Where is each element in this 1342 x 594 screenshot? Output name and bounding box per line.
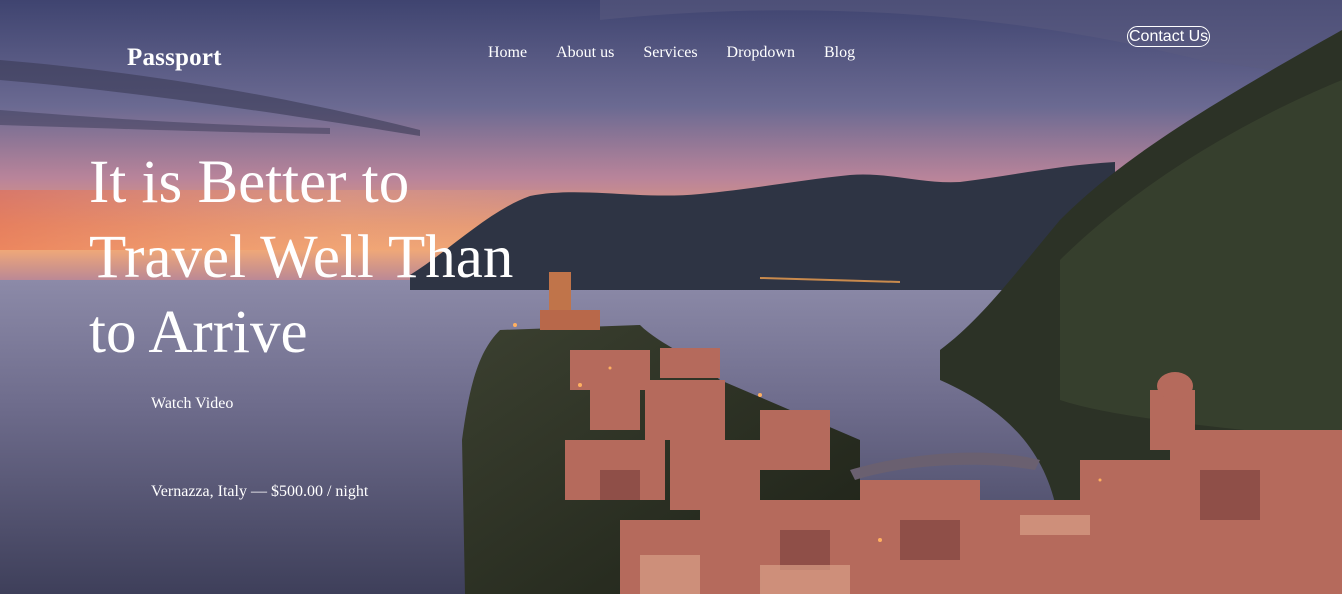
nav-blog-link[interactable]: Blog — [824, 44, 855, 62]
headline-line: to Arrive — [89, 299, 308, 366]
nav-home-link[interactable]: Home — [488, 44, 527, 62]
hero-headline: It is Better to Travel Well Than to Arrive — [89, 145, 559, 370]
nav-services-link[interactable]: Services — [643, 44, 697, 62]
contact-us-button[interactable]: Contact Us — [1127, 26, 1211, 47]
headline-line: It is Better to — [89, 149, 410, 216]
headline-line: Travel Well Than — [89, 224, 514, 291]
location-price-caption: Vernazza, Italy — $500.00 / night — [151, 483, 369, 500]
main-nav: Home About us Services Dropdown Blog — [488, 44, 884, 62]
nav-about-link[interactable]: About us — [556, 44, 614, 62]
nav-dropdown-link[interactable]: Dropdown — [727, 44, 795, 62]
watch-video-link[interactable]: Watch Video — [151, 395, 233, 413]
brand-logo[interactable]: Passport — [127, 44, 222, 72]
